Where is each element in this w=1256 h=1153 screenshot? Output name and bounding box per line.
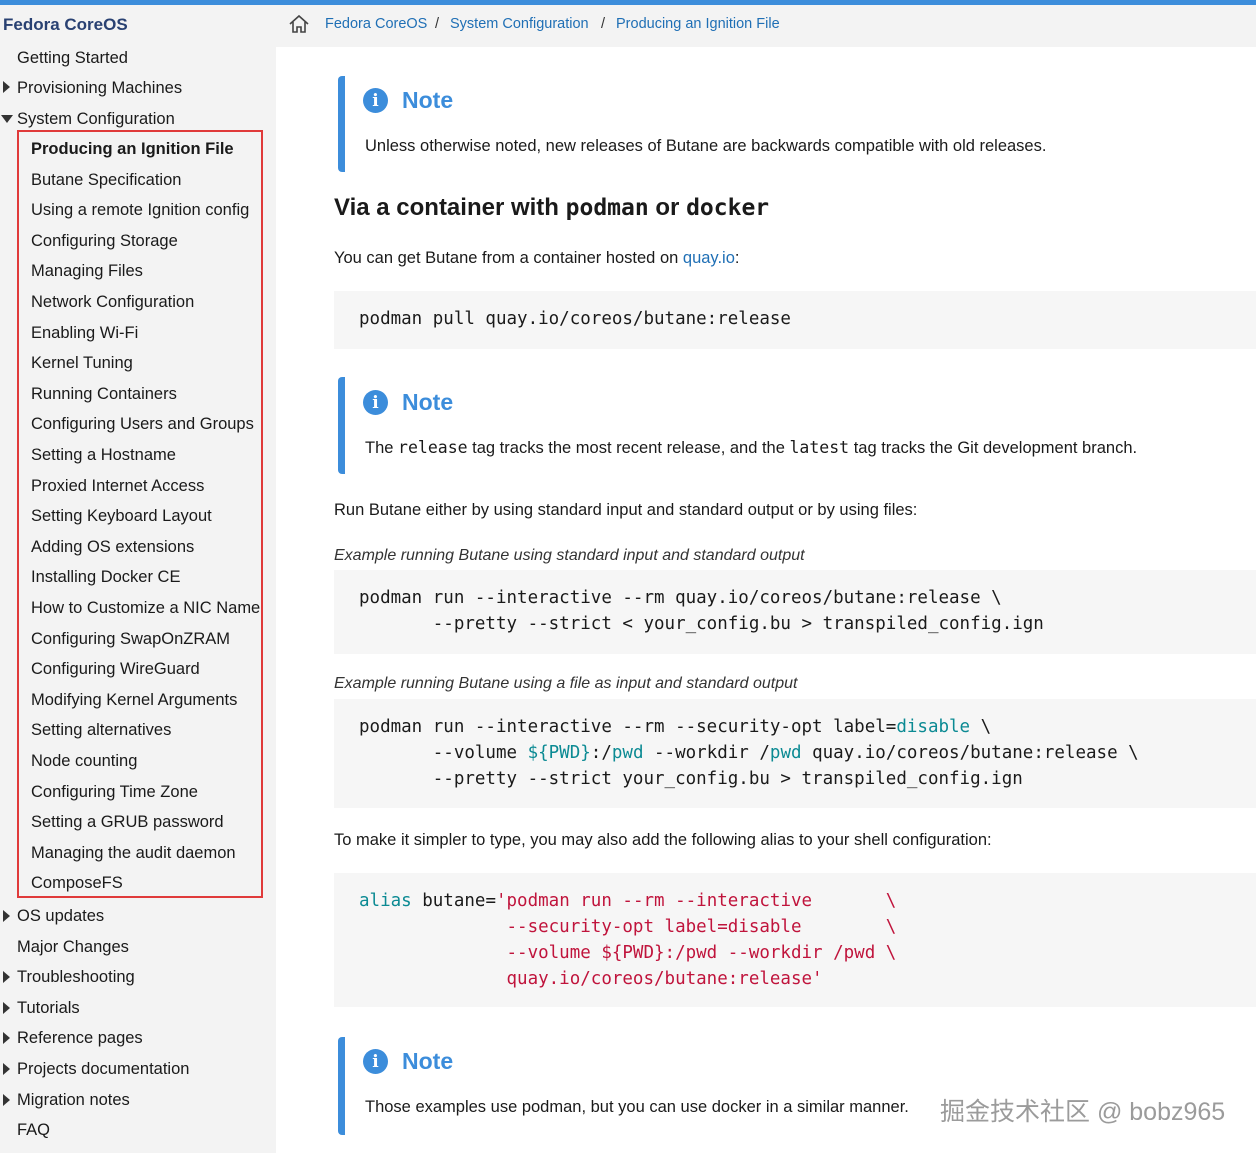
expand-caret-icon[interactable] — [3, 971, 10, 984]
sidebar-subitem[interactable]: Setting Keyboard Layout — [31, 506, 212, 526]
sidebar-subitem[interactable]: How to Customize a NIC Name — [31, 598, 260, 618]
watermark-text: 掘金技术社区 @ bobz965 — [940, 1098, 1226, 1126]
expand-caret-icon[interactable] — [3, 910, 10, 922]
sidebar-subitem[interactable]: Setting a Hostname — [31, 445, 176, 465]
sidebar-subitem[interactable]: Configuring Users and Groups — [31, 414, 254, 434]
example-caption: Example running Butane using a file as i… — [334, 675, 798, 692]
sidebar-subitem[interactable]: Proxied Internet Access — [31, 476, 204, 496]
sidebar-subitem[interactable]: Producing an Ignition File — [31, 139, 234, 159]
note-accent-bar — [338, 1037, 345, 1135]
note-accent-bar — [338, 377, 345, 474]
sidebar-subitem[interactable]: Network Configuration — [31, 292, 194, 312]
code-block-pull: podman pull quay.io/coreos/butane:releas… — [334, 291, 1256, 349]
sidebar-item[interactable]: Reference pages — [17, 1028, 143, 1048]
note-admonition: i Note Unless otherwise noted, new relea… — [338, 76, 1256, 172]
sidebar-subitem[interactable]: Adding OS extensions — [31, 537, 194, 557]
section-heading: Via a container with podman or docker — [334, 194, 770, 221]
sidebar-subitem[interactable]: Managing the audit daemon — [31, 843, 236, 863]
sidebar-item[interactable]: Major Changes — [17, 937, 129, 957]
expand-caret-icon[interactable] — [3, 1093, 10, 1106]
collapse-caret-icon[interactable] — [1, 115, 13, 123]
code-text: podman run --interactive --rm quay.io/co… — [359, 588, 1044, 634]
expand-caret-icon[interactable] — [3, 1032, 10, 1045]
breadcrumb-link-system-configuration[interactable]: System Configuration — [450, 16, 589, 32]
sidebar-subitem[interactable]: Configuring Time Zone — [31, 782, 198, 802]
sidebar-subitem[interactable]: Configuring WireGuard — [31, 659, 200, 679]
sidebar-subitem[interactable]: Running Containers — [31, 384, 177, 404]
sidebar-item[interactable]: Tutorials — [17, 998, 80, 1018]
sidebar-item[interactable]: Migration notes — [17, 1090, 130, 1110]
breadcrumb-link-current-page[interactable]: Producing an Ignition File — [616, 16, 780, 32]
sidebar-item[interactable]: Troubleshooting — [17, 967, 135, 987]
alias-paragraph: To make it simpler to type, you may also… — [334, 831, 992, 849]
intro-paragraph: You can get Butane from a container host… — [334, 249, 740, 267]
sidebar-subitem[interactable]: Kernel Tuning — [31, 353, 133, 373]
sidebar-subitem[interactable]: Configuring SwapOnZRAM — [31, 629, 230, 649]
code-block-file: podman run --interactive --rm --security… — [334, 699, 1256, 808]
breadcrumb-separator: / — [601, 16, 606, 32]
note-title: Note — [402, 87, 454, 113]
sidebar-item[interactable]: Projects documentation — [17, 1059, 189, 1079]
sidebar-subitem[interactable]: Installing Docker CE — [31, 567, 180, 587]
code-text: alias butane='podman run --rm --interact… — [359, 891, 897, 989]
note-accent-bar — [338, 76, 345, 172]
sidebar-subitem[interactable]: ComposeFS — [31, 873, 123, 893]
example-caption: Example running Butane using standard in… — [334, 547, 805, 564]
sidebar-subitem[interactable]: Enabling Wi-Fi — [31, 323, 138, 343]
code-block-stdin: podman run --interactive --rm quay.io/co… — [334, 570, 1256, 654]
info-icon: i — [363, 390, 388, 415]
note-admonition: i Note The release tag tracks the most r… — [338, 377, 1256, 474]
sidebar-subitem[interactable]: Modifying Kernel Arguments — [31, 690, 237, 710]
sidebar-subitem[interactable]: Managing Files — [31, 261, 143, 281]
info-icon: i — [363, 88, 388, 113]
run-paragraph: Run Butane either by using standard inpu… — [334, 501, 918, 519]
sidebar-item-getting-started[interactable]: Getting Started — [17, 48, 128, 68]
sidebar-subitem[interactable]: Setting alternatives — [31, 720, 171, 740]
sidebar-subitem[interactable]: Configuring Storage — [31, 231, 178, 251]
expand-caret-icon[interactable] — [3, 1001, 10, 1014]
sidebar-subitem[interactable]: Node counting — [31, 751, 137, 771]
sidebar-item[interactable]: FAQ — [17, 1120, 50, 1140]
sidebar-item-system-configuration[interactable]: System Configuration — [17, 109, 175, 129]
info-icon: i — [363, 1049, 388, 1074]
note-text: The release tag tracks the most recent r… — [365, 438, 1138, 457]
sidebar-subitem[interactable]: Butane Specification — [31, 170, 181, 190]
note-text: Those examples use podman, but you can u… — [365, 1098, 909, 1116]
home-icon[interactable] — [288, 13, 310, 35]
breadcrumb-link-fedora-coreos[interactable]: Fedora CoreOS — [325, 16, 427, 32]
breadcrumb-separator: / — [435, 16, 440, 32]
note-text: Unless otherwise noted, new releases of … — [365, 137, 1047, 155]
sidebar-subitem[interactable]: Using a remote Ignition config — [31, 200, 249, 220]
note-title: Note — [402, 389, 454, 415]
sidebar-item-provisioning-machines[interactable]: Provisioning Machines — [17, 78, 182, 98]
expand-caret-icon[interactable] — [3, 81, 10, 93]
code-text: podman pull quay.io/coreos/butane:releas… — [359, 309, 791, 329]
sidebar-subitem[interactable]: Setting a GRUB password — [31, 812, 224, 832]
expand-caret-icon[interactable] — [3, 1063, 10, 1075]
note-title: Note — [402, 1048, 454, 1074]
code-block-alias: alias butane='podman run --rm --interact… — [334, 873, 1256, 1007]
code-text: podman run --interactive --rm --security… — [359, 717, 1139, 789]
sidebar-item[interactable]: OS updates — [17, 906, 104, 926]
quay-io-link[interactable]: quay.io — [683, 249, 735, 267]
brand-title[interactable]: Fedora CoreOS — [3, 15, 128, 35]
